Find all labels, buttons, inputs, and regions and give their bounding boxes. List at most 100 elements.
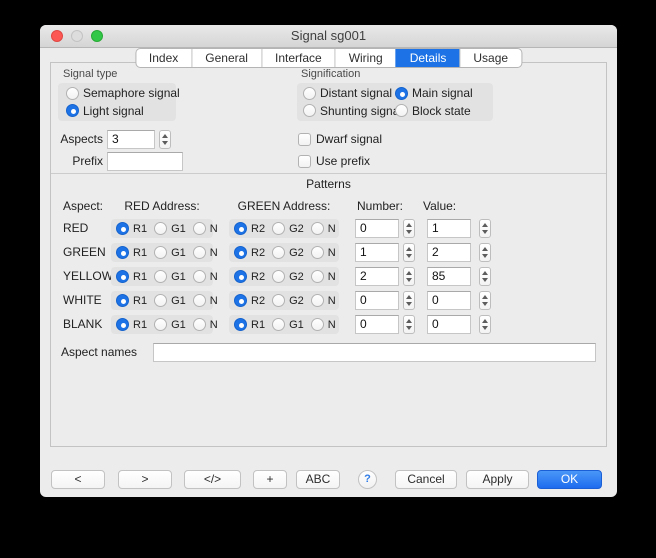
radio-option-n[interactable]: N bbox=[193, 294, 218, 307]
cancel-button[interactable]: Cancel bbox=[395, 470, 457, 489]
aspect-names-field[interactable] bbox=[153, 343, 596, 362]
radio-option-light-signal[interactable]: Light signal bbox=[66, 104, 168, 118]
tab-wiring[interactable]: Wiring bbox=[335, 49, 396, 67]
radio-option-block-state[interactable]: Block state bbox=[395, 104, 487, 118]
radio-option-r1[interactable]: R1 bbox=[116, 318, 147, 331]
use-prefix-checkbox[interactable] bbox=[298, 155, 311, 168]
aspects-field[interactable]: 3 bbox=[107, 130, 155, 149]
value-stepper[interactable] bbox=[479, 243, 491, 262]
value-stepper[interactable] bbox=[479, 291, 491, 310]
radio-icon[interactable] bbox=[272, 246, 285, 259]
radio-option-r2[interactable]: R2 bbox=[234, 294, 265, 307]
radio-icon[interactable] bbox=[272, 294, 285, 307]
radio-option-g1[interactable]: G1 bbox=[154, 246, 186, 259]
radio-option-r1[interactable]: R1 bbox=[116, 246, 147, 259]
nav-prev-button[interactable]: < bbox=[51, 470, 105, 489]
radio-option-n[interactable]: N bbox=[311, 270, 336, 283]
radio-option-r1[interactable]: R1 bbox=[116, 270, 147, 283]
radio-option-r1[interactable]: R1 bbox=[116, 222, 147, 235]
radio-icon[interactable] bbox=[303, 104, 316, 117]
radio-option-r1[interactable]: R1 bbox=[234, 318, 265, 331]
radio-icon[interactable] bbox=[234, 294, 247, 307]
radio-icon[interactable] bbox=[193, 246, 206, 259]
value-field[interactable]: 1 bbox=[427, 219, 471, 238]
radio-option-shunting-signal[interactable]: Shunting signal bbox=[303, 104, 391, 118]
radio-icon[interactable] bbox=[116, 246, 129, 259]
radio-option-g2[interactable]: G2 bbox=[272, 270, 304, 283]
add-button[interactable]: + bbox=[253, 470, 287, 489]
radio-icon[interactable] bbox=[193, 222, 206, 235]
aspects-stepper[interactable] bbox=[159, 130, 171, 149]
value-field[interactable]: 0 bbox=[427, 315, 471, 334]
tab-details[interactable]: Details bbox=[396, 49, 460, 67]
radio-option-main-signal[interactable]: Main signal bbox=[395, 86, 487, 100]
radio-option-n[interactable]: N bbox=[311, 222, 336, 235]
apply-button[interactable]: Apply bbox=[466, 470, 529, 489]
radio-icon[interactable] bbox=[303, 87, 316, 100]
value-field[interactable]: 0 bbox=[427, 291, 471, 310]
dwarf-signal-checkbox[interactable] bbox=[298, 133, 311, 146]
radio-option-n[interactable]: N bbox=[193, 270, 218, 283]
abc-button[interactable]: ABC bbox=[296, 470, 340, 489]
radio-icon[interactable] bbox=[311, 246, 324, 259]
radio-icon[interactable] bbox=[193, 270, 206, 283]
radio-icon[interactable] bbox=[154, 222, 167, 235]
tab-usage[interactable]: Usage bbox=[459, 49, 521, 67]
radio-icon[interactable] bbox=[66, 87, 79, 100]
radio-icon[interactable] bbox=[116, 318, 129, 331]
help-button[interactable]: ? bbox=[358, 470, 377, 489]
ok-button[interactable]: OK bbox=[537, 470, 602, 489]
radio-option-g2[interactable]: G2 bbox=[272, 222, 304, 235]
radio-option-g2[interactable]: G2 bbox=[272, 294, 304, 307]
number-stepper[interactable] bbox=[403, 267, 415, 286]
radio-option-n[interactable]: N bbox=[311, 246, 336, 259]
radio-icon[interactable] bbox=[311, 318, 324, 331]
radio-icon[interactable] bbox=[311, 270, 324, 283]
radio-option-n[interactable]: N bbox=[311, 294, 336, 307]
number-stepper[interactable] bbox=[403, 243, 415, 262]
use-prefix-option[interactable]: Use prefix bbox=[298, 154, 370, 168]
radio-option-g1[interactable]: G1 bbox=[154, 318, 186, 331]
value-stepper[interactable] bbox=[479, 315, 491, 334]
radio-option-semaphore-signal[interactable]: Semaphore signal bbox=[66, 86, 168, 100]
number-stepper[interactable] bbox=[403, 219, 415, 238]
tab-index[interactable]: Index bbox=[136, 49, 191, 67]
tab-general[interactable]: General bbox=[191, 49, 261, 67]
prefix-field[interactable] bbox=[107, 152, 183, 171]
radio-icon[interactable] bbox=[116, 270, 129, 283]
dwarf-signal-option[interactable]: Dwarf signal bbox=[298, 132, 382, 146]
nav-next-button[interactable]: > bbox=[118, 470, 172, 489]
radio-icon[interactable] bbox=[395, 87, 408, 100]
radio-option-distant-signal[interactable]: Distant signal bbox=[303, 86, 391, 100]
radio-icon[interactable] bbox=[116, 222, 129, 235]
radio-icon[interactable] bbox=[154, 270, 167, 283]
value-stepper[interactable] bbox=[479, 267, 491, 286]
number-stepper[interactable] bbox=[403, 291, 415, 310]
value-field[interactable]: 2 bbox=[427, 243, 471, 262]
number-field[interactable]: 1 bbox=[355, 243, 399, 262]
radio-option-r2[interactable]: R2 bbox=[234, 222, 265, 235]
radio-icon[interactable] bbox=[272, 318, 285, 331]
radio-icon[interactable] bbox=[272, 270, 285, 283]
radio-icon[interactable] bbox=[234, 318, 247, 331]
radio-option-n[interactable]: N bbox=[193, 222, 218, 235]
radio-icon[interactable] bbox=[311, 294, 324, 307]
radio-option-g1[interactable]: G1 bbox=[154, 222, 186, 235]
radio-icon[interactable] bbox=[193, 318, 206, 331]
radio-option-g2[interactable]: G2 bbox=[272, 246, 304, 259]
radio-option-r1[interactable]: R1 bbox=[116, 294, 147, 307]
radio-icon[interactable] bbox=[272, 222, 285, 235]
radio-option-n[interactable]: N bbox=[193, 246, 218, 259]
radio-option-r2[interactable]: R2 bbox=[234, 246, 265, 259]
value-stepper[interactable] bbox=[479, 219, 491, 238]
tab-interface[interactable]: Interface bbox=[261, 49, 335, 67]
radio-icon[interactable] bbox=[193, 294, 206, 307]
number-field[interactable]: 0 bbox=[355, 219, 399, 238]
radio-option-n[interactable]: N bbox=[311, 318, 336, 331]
number-stepper[interactable] bbox=[403, 315, 415, 334]
number-field[interactable]: 0 bbox=[355, 315, 399, 334]
number-field[interactable]: 2 bbox=[355, 267, 399, 286]
number-field[interactable]: 0 bbox=[355, 291, 399, 310]
radio-icon[interactable] bbox=[154, 318, 167, 331]
radio-icon[interactable] bbox=[234, 270, 247, 283]
